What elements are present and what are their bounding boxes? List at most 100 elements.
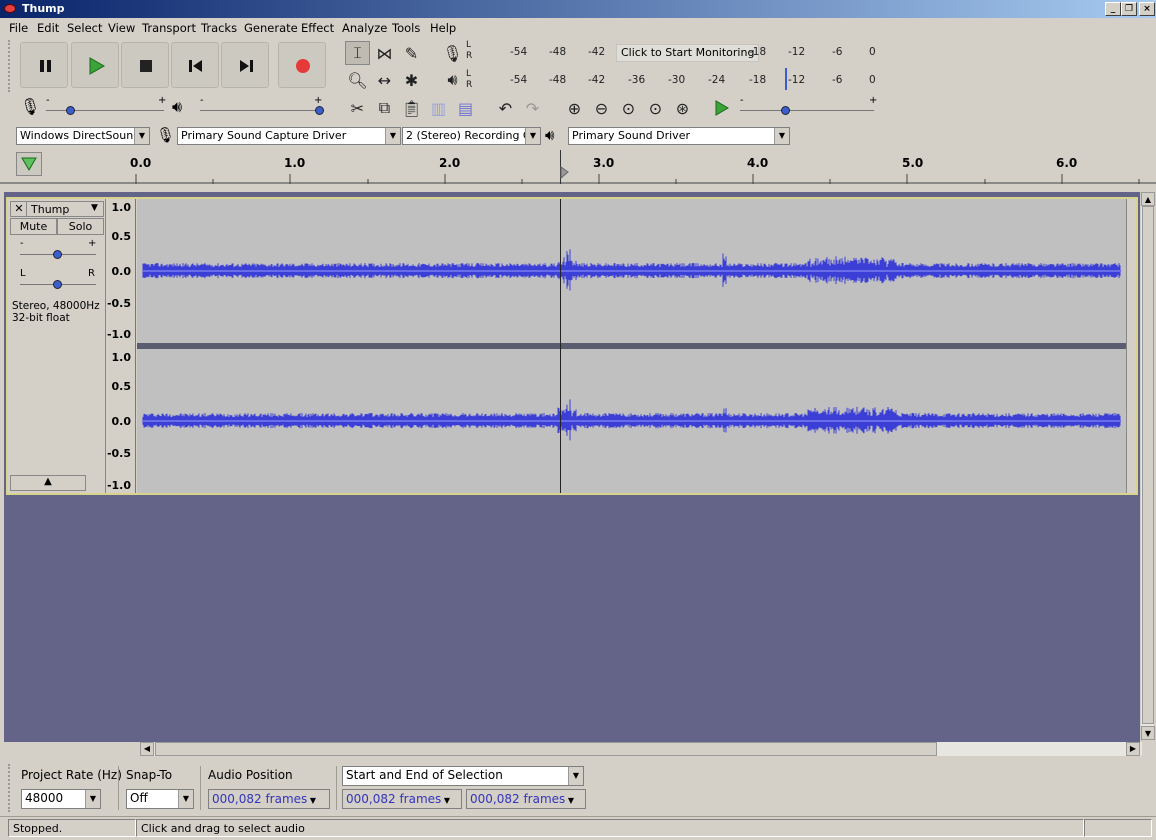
selection-mode-value: Start and End of Selection: [346, 768, 503, 782]
project-rate-value: 48000: [25, 791, 64, 805]
restore-icon[interactable]: ❐: [1121, 2, 1137, 16]
recording-volume-track: [46, 110, 164, 111]
recording-volume-icon: 🎙︎: [20, 97, 41, 116]
draw-tool[interactable]: ✎: [399, 41, 424, 65]
chevron-down-icon: ▼: [307, 796, 316, 805]
scroll-right-icon[interactable]: ▶: [1126, 742, 1140, 756]
skip-start-icon: [189, 60, 202, 72]
ruler-label: 4.0: [747, 156, 769, 170]
ruler-label: 6.0: [1056, 156, 1078, 170]
zoom-in-button[interactable]: ⊕: [562, 96, 587, 120]
cut-button[interactable]: ✂: [345, 96, 370, 120]
selection-mode-select[interactable]: Start and End of Selection ▼: [342, 766, 584, 786]
pan-slider[interactable]: [53, 280, 62, 289]
audio-position-field[interactable]: 000,082 frames ▼: [208, 789, 330, 809]
play-speed-slider[interactable]: [781, 106, 790, 115]
zoom-tool[interactable]: 🔍︎: [345, 68, 370, 92]
paste-button[interactable]: 📋︎: [399, 96, 424, 120]
record-meter-button[interactable]: 🎙︎: [440, 41, 465, 65]
trim-audio-icon: ▥: [430, 98, 447, 118]
minimize-icon[interactable]: _: [1105, 2, 1121, 16]
menu-analyze[interactable]: Analyze: [342, 21, 387, 35]
silence-button[interactable]: ▤: [453, 96, 478, 120]
multi-tool[interactable]: ✱: [399, 68, 424, 92]
undo-button[interactable]: ↶: [493, 96, 518, 120]
close-icon[interactable]: ×: [1139, 2, 1155, 16]
snap-to-select[interactable]: Off ▼: [126, 789, 194, 809]
start-monitoring-button[interactable]: Click to Start Monitoring: [616, 44, 760, 62]
recording-device-select[interactable]: Primary Sound Capture Driver ▼: [177, 127, 401, 145]
chevron-down-icon[interactable]: ▼: [91, 203, 98, 213]
selection-toolbar-grip[interactable]: [8, 764, 14, 812]
menu-generate[interactable]: Generate: [244, 21, 298, 35]
left-channel-waveform[interactable]: [137, 199, 1126, 343]
fit-selection-button[interactable]: ⊙: [616, 96, 641, 120]
menu-help[interactable]: Help: [430, 21, 456, 35]
recording-channels-select[interactable]: 2 (Stereo) Recording Cha ▼: [402, 127, 541, 145]
gain-plus-label: +: [88, 238, 97, 249]
scroll-left-icon[interactable]: ◀: [140, 742, 154, 756]
toolbar-grip[interactable]: [8, 40, 14, 92]
solo-button[interactable]: Solo: [57, 218, 104, 235]
track-name-menu[interactable]: Thump: [31, 203, 69, 216]
envelope-tool[interactable]: ⋈: [372, 41, 397, 65]
menu-transport[interactable]: Transport: [142, 21, 196, 35]
audio-track: ✕ Thump ▼ Mute Solo - + L R Stereo, 4800…: [6, 197, 1138, 495]
zoom-out-button[interactable]: ⊖: [589, 96, 614, 120]
scroll-down-icon[interactable]: ▼: [1141, 726, 1155, 740]
project-rate-select[interactable]: 48000 ▼: [21, 789, 101, 809]
play-meter-tick: -30: [668, 74, 686, 86]
vertical-scrollbar[interactable]: ▲ ▼: [1140, 192, 1155, 740]
timeline-ruler[interactable]: 0.0 1.0 2.0 3.0 4.0 5.0 6.0: [0, 150, 1156, 184]
redo-button[interactable]: ↷: [520, 96, 545, 120]
menu-file[interactable]: File: [9, 21, 28, 35]
copy-button[interactable]: ⧉: [372, 96, 397, 120]
recording-volume-slider[interactable]: [66, 106, 75, 115]
playback-device-select[interactable]: Primary Sound Driver ▼: [568, 127, 790, 145]
skip-to-end-button[interactable]: [221, 42, 269, 88]
collapse-track-button[interactable]: ▲: [10, 475, 86, 491]
record-button[interactable]: [278, 42, 326, 88]
playback-volume-slider[interactable]: [315, 106, 324, 115]
stop-button[interactable]: [121, 42, 169, 88]
play-meter-button[interactable]: 🔊︎: [440, 68, 465, 92]
silence-audio-icon: ▤: [457, 98, 474, 118]
vertical-scroll-thumb[interactable]: [1142, 206, 1154, 724]
menu-effect[interactable]: Effect: [301, 21, 334, 35]
menu-tools[interactable]: Tools: [392, 21, 420, 35]
menu-tracks[interactable]: Tracks: [201, 21, 237, 35]
fit-project-button[interactable]: ⊙: [643, 96, 668, 120]
chevron-down-icon: ▼: [178, 790, 193, 808]
edit-cursor: [560, 199, 561, 493]
menu-view[interactable]: View: [108, 21, 135, 35]
play-meter-channels: LR: [466, 69, 473, 90]
time-shift-tool[interactable]: ↔: [372, 68, 397, 92]
mute-button[interactable]: Mute: [10, 218, 57, 235]
play-meter-tick: -18: [749, 74, 767, 86]
horizontal-scrollbar[interactable]: ◀ ▶: [140, 742, 1142, 756]
gain-slider[interactable]: [53, 250, 62, 259]
play-meter-tick: -24: [708, 74, 726, 86]
menu-select[interactable]: Select: [67, 21, 102, 35]
zoom-toggle-button[interactable]: ⊛: [670, 96, 695, 120]
pause-button[interactable]: [20, 42, 68, 88]
scroll-up-icon[interactable]: ▲: [1141, 192, 1155, 206]
selection-start-field[interactable]: 000,082 frames ▼: [342, 789, 462, 809]
menu-edit[interactable]: Edit: [37, 21, 59, 35]
skip-to-start-button[interactable]: [171, 42, 219, 88]
play-button[interactable]: [71, 42, 119, 88]
close-track-icon[interactable]: ✕: [12, 202, 27, 216]
trim-button[interactable]: ▥: [426, 96, 451, 120]
selection-end-field[interactable]: 000,082 frames ▼: [466, 789, 586, 809]
audio-host-select[interactable]: Windows DirectSound ▼: [16, 127, 150, 145]
amplitude-scale: 1.0 0.5 0.0 -0.5 -1.0 1.0 0.5 0.0 -0.5 -…: [107, 199, 136, 493]
playback-device-value: Primary Sound Driver: [572, 129, 690, 142]
horizontal-scroll-thumb[interactable]: [155, 742, 937, 756]
right-channel-waveform[interactable]: [137, 349, 1126, 493]
envelope-icon: ⋈: [376, 43, 393, 63]
toolbar-divider: [118, 766, 119, 810]
rec-meter-tick: -54: [510, 46, 528, 58]
speed-slider-plus: +: [869, 95, 878, 106]
play-at-speed-button[interactable]: [708, 96, 733, 120]
selection-tool[interactable]: 𝙸: [345, 41, 370, 65]
